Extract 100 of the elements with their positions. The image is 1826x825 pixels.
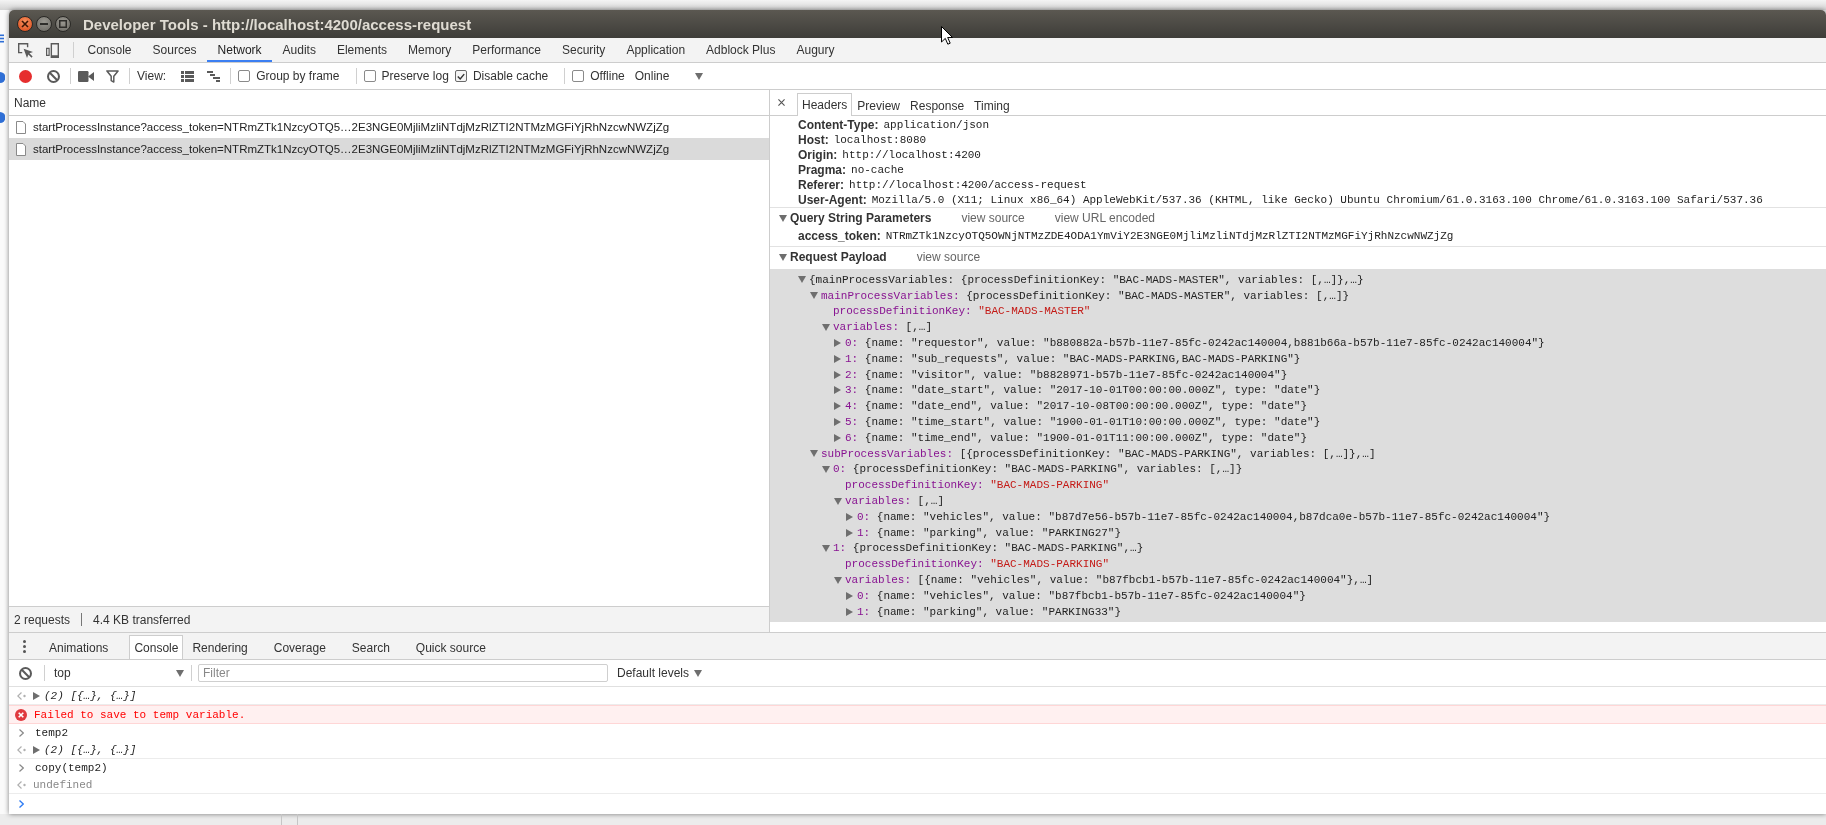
request-name: startProcessInstance?access_token=NTRmZTk1NzcyOTQ5…2E3NGE0MjliMzliNTdjMzRlZTI2NTMzMGFiYjRhNzcwNWZjZg <box>33 143 670 155</box>
close-icon[interactable] <box>778 99 785 106</box>
clear-icon[interactable] <box>47 69 60 83</box>
panel-tab[interactable]: Adblock Plus <box>695 38 786 62</box>
caret-down-icon[interactable] <box>779 214 787 222</box>
property-key: subProcessVariables: <box>821 447 954 460</box>
close-button[interactable] <box>17 16 33 32</box>
caret-down-icon[interactable] <box>810 292 818 300</box>
caret-right-icon[interactable] <box>846 512 853 521</box>
checkbox[interactable] <box>363 70 376 82</box>
request-row[interactable]: startProcessInstance?access_token=NTRmZTk1NzcyOTQ5…2E3NGE0MjliMzliNTdjMzRlZTI2NTMzMGFiYjRhNzcwNWZjZg <box>9 138 769 160</box>
detail-tab[interactable]: Preview <box>852 94 906 116</box>
maximize-button[interactable] <box>55 16 71 32</box>
property-key: mainProcessVariables: <box>821 289 960 302</box>
property-key: 6: <box>845 431 859 444</box>
caret-right-icon[interactable] <box>834 354 841 363</box>
section-link[interactable]: view source <box>961 211 1025 225</box>
caret-down-icon[interactable] <box>822 465 830 473</box>
kebab-menu-icon[interactable] <box>23 639 26 653</box>
panel-tab[interactable]: Elements <box>326 38 398 62</box>
caret-right-icon[interactable] <box>834 339 841 348</box>
record-icon[interactable] <box>19 69 32 83</box>
caret-right-icon[interactable] <box>834 418 841 427</box>
prompt-icon[interactable] <box>19 800 24 808</box>
panel-tab[interactable]: Sources <box>142 38 208 62</box>
caret-down-icon[interactable] <box>822 544 830 552</box>
checkbox-label[interactable]: Disable cache <box>472 69 549 83</box>
minimize-icon <box>40 23 48 25</box>
property-key: processDefinitionKey: <box>833 305 972 318</box>
property-summary: {name: "time_end", value: "1900-01-01T11:00:00.000Z", type: "date"} <box>864 431 1308 444</box>
checkbox[interactable] <box>572 70 585 82</box>
filter-icon[interactable] <box>106 69 119 83</box>
checkbox-label[interactable]: Preserve log <box>381 69 449 83</box>
panel-tab[interactable]: Augury <box>785 38 845 62</box>
checkbox-label[interactable]: Group by frame <box>256 69 340 83</box>
header-name: Referer: <box>798 177 845 192</box>
caret-right-icon[interactable] <box>834 386 841 395</box>
result-text: undefined <box>33 778 93 791</box>
caret-right-icon[interactable] <box>834 370 841 379</box>
caret-right-icon[interactable] <box>846 528 853 537</box>
caret-down-icon <box>694 72 703 80</box>
caret-down-icon[interactable] <box>822 323 830 331</box>
drawer-tab[interactable]: Animations <box>36 635 122 659</box>
minimize-button[interactable] <box>36 16 52 32</box>
property-key: 0: <box>833 463 847 476</box>
drawer-tab[interactable]: Console <box>129 635 184 659</box>
panel-tab[interactable]: Performance <box>461 38 552 62</box>
section-link[interactable]: view URL encoded <box>1054 211 1156 225</box>
section-link[interactable]: view source <box>916 250 981 264</box>
section-title[interactable]: Query String Parameters <box>790 211 932 225</box>
panel-tab[interactable]: Security <box>551 38 616 62</box>
caret-right-icon[interactable] <box>846 607 853 616</box>
command-text: copy(temp2) <box>35 761 108 774</box>
video-camera-icon[interactable] <box>78 70 94 82</box>
panel-tab[interactable]: Console <box>77 38 143 62</box>
property-key: 3: <box>845 384 859 397</box>
view-label: View: <box>137 69 167 83</box>
window-title: Developer Tools - http://localhost:4200/access-request <box>83 15 472 33</box>
property-value: "BAC-MADS-PARKING" <box>990 479 1110 492</box>
caret-down-icon[interactable] <box>810 450 818 458</box>
filter-field[interactable]: Filter <box>198 664 608 682</box>
detail-tab[interactable]: Response <box>905 94 970 116</box>
device-icon[interactable] <box>46 42 59 58</box>
caret-down-icon[interactable] <box>834 497 842 505</box>
caret-right-icon[interactable] <box>33 691 40 700</box>
drawer-tab[interactable]: Coverage <box>260 635 339 659</box>
caret-right-icon[interactable] <box>834 433 841 442</box>
waterfall-icon[interactable] <box>207 70 221 82</box>
list-icon[interactable] <box>181 70 195 82</box>
checkbox-label[interactable]: Offline <box>590 69 625 83</box>
caret-right-icon[interactable] <box>834 402 841 411</box>
panel-tab[interactable]: Audits <box>272 38 327 62</box>
panel-tab[interactable]: Application <box>615 38 696 62</box>
section-title[interactable]: Request Payload <box>790 250 887 264</box>
header-value: no-cache <box>851 163 904 176</box>
property-summary: {processDefinitionKey: "BAC-MADS-PARKING", variables: [,…]} <box>852 463 1243 476</box>
header-name: Pragma: <box>798 162 847 177</box>
caret-down-icon[interactable] <box>834 576 842 584</box>
context-select[interactable]: top <box>53 666 184 680</box>
result-arrow-icon <box>17 745 26 754</box>
caret-down-icon[interactable] <box>779 253 787 261</box>
document-icon <box>16 142 26 156</box>
caret-right-icon[interactable] <box>846 591 853 600</box>
checkbox[interactable] <box>238 70 251 82</box>
result-text: (2) [{…}, {…}] <box>44 689 137 702</box>
caret-right-icon[interactable] <box>33 745 40 754</box>
detail-tab[interactable]: Timing <box>969 94 1015 116</box>
drawer-tab[interactable]: Quick source <box>402 635 499 659</box>
throttling-select[interactable]: Online <box>634 69 703 83</box>
panel-tab[interactable]: Memory <box>397 38 462 62</box>
drawer-tab[interactable]: Search <box>338 635 403 659</box>
property-summary: {processDefinitionKey: "BAC-MADS-PARKING",…} <box>852 542 1144 555</box>
detail-tab[interactable]: Headers <box>797 93 853 116</box>
checkbox[interactable] <box>454 70 467 82</box>
property-key: 0: <box>845 337 859 350</box>
caret-down-icon[interactable] <box>798 276 806 284</box>
log-levels-select[interactable]: Default levels <box>617 666 703 680</box>
clear-icon[interactable] <box>19 666 32 680</box>
header-name: User-Agent: <box>798 192 867 207</box>
inspect-icon[interactable] <box>18 42 33 58</box>
